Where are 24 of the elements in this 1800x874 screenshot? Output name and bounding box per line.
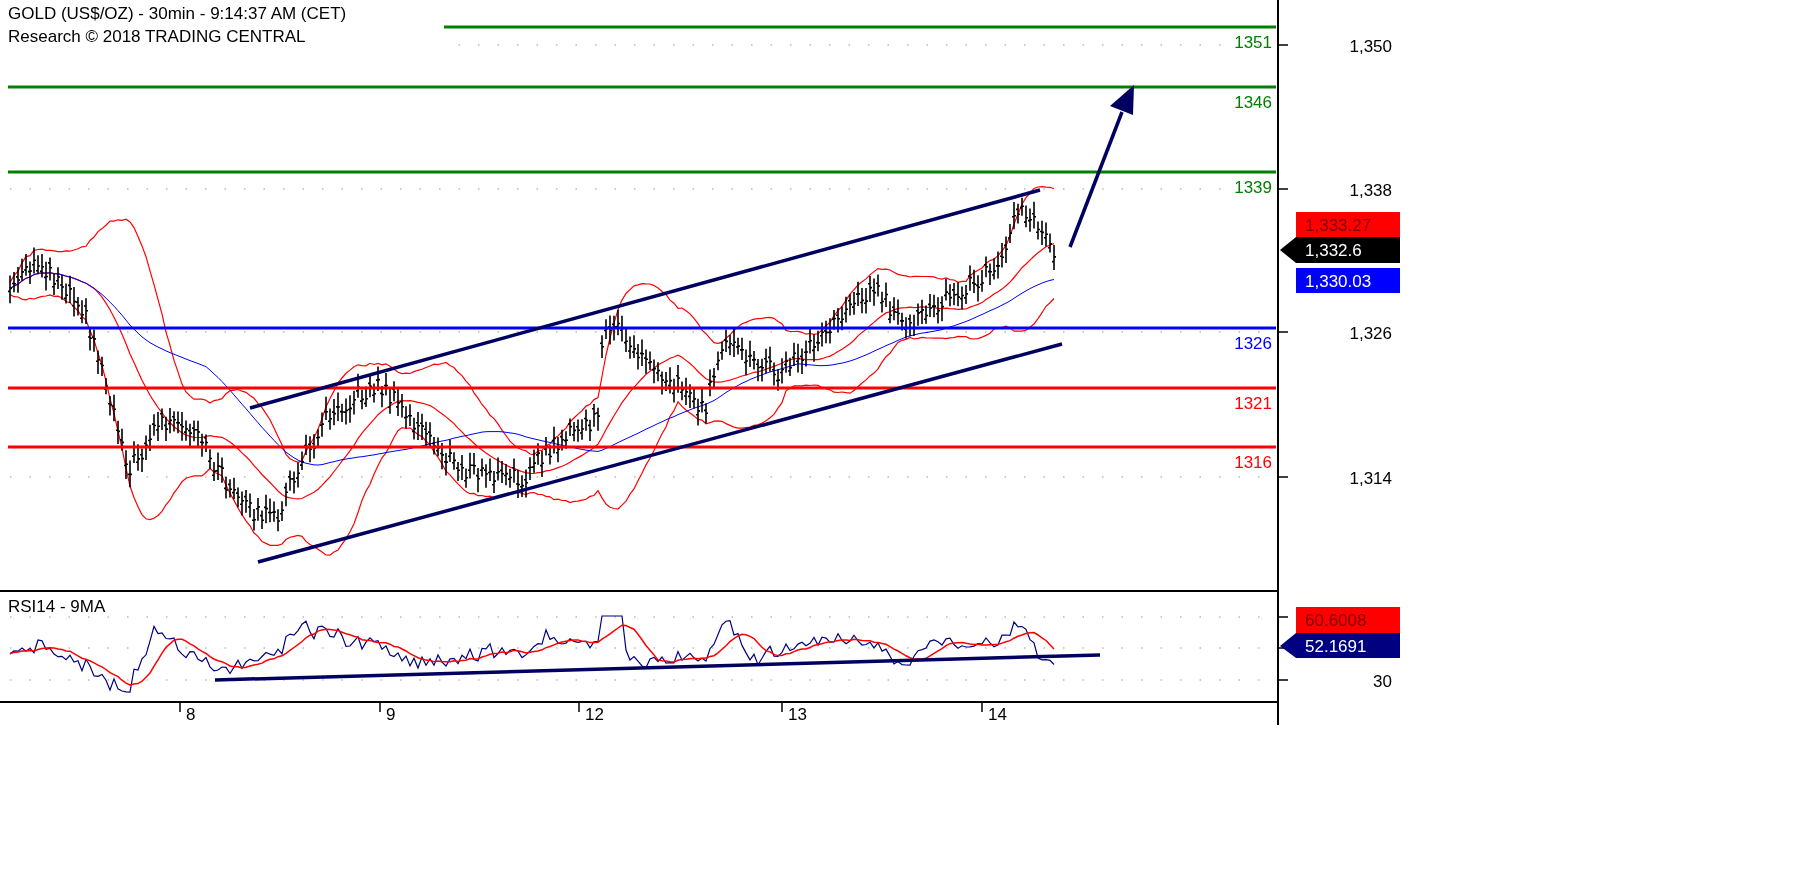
price-tag-value: 1,333.27 xyxy=(1305,216,1372,235)
level-label: 1316 xyxy=(1234,453,1272,472)
level-label: 1346 xyxy=(1234,93,1272,112)
rsi-title: RSI14 - 9MA xyxy=(8,597,106,616)
date-label: 12 xyxy=(585,705,604,724)
rsi-axis-label: 30 xyxy=(1373,672,1392,691)
date-label: 9 xyxy=(386,705,396,724)
date-label: 14 xyxy=(988,705,1007,724)
price-axis-label: 1,338 xyxy=(1349,181,1392,200)
price-axis-label: 1,350 xyxy=(1349,37,1392,56)
chart-subtitle: Research © 2018 TRADING CENTRAL xyxy=(8,27,306,46)
indicator-tag-value: 60.6008 xyxy=(1305,611,1367,630)
price-axis-label: 1,314 xyxy=(1349,469,1392,488)
chart-title: GOLD (US$/OZ) - 30min - 9:14:37 AM (CET) xyxy=(8,4,347,23)
indicator-tag-value: 52.1691 xyxy=(1305,637,1367,656)
level-label: 1321 xyxy=(1234,394,1272,413)
level-label: 1326 xyxy=(1234,334,1272,353)
price-tag-value: 1,330.03 xyxy=(1305,272,1372,291)
level-label: 1351 xyxy=(1234,33,1272,52)
date-label: 8 xyxy=(186,705,196,724)
price-tag-value: 1,332.6 xyxy=(1305,241,1362,260)
price-axis-label: 1,326 xyxy=(1349,324,1392,343)
level-label: 1339 xyxy=(1234,178,1272,197)
date-label: 13 xyxy=(788,705,807,724)
